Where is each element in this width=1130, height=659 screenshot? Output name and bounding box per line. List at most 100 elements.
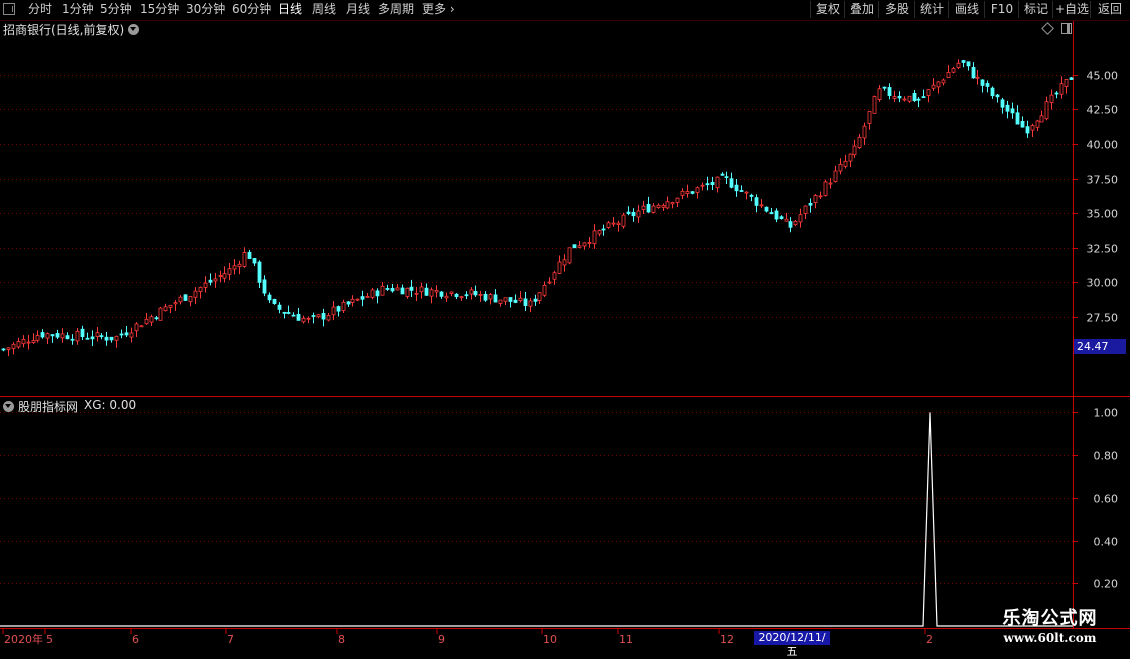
candle-body [921,96,926,99]
candle-body [597,230,602,235]
price-tick-label: 27.50 [1087,312,1119,325]
candle-body [690,191,695,194]
candle-body [1044,101,1049,120]
candle-body [193,290,198,298]
candle-body [537,292,542,301]
candle-body [178,296,183,303]
candle-body [616,222,621,226]
candle-body [582,242,587,247]
candle-body [754,197,759,206]
candle-body [542,284,547,296]
candle-body [592,230,597,245]
date-axis-label: 2 [926,633,933,646]
candle-body [90,336,95,340]
candle-body [606,222,611,228]
candle-body [749,194,754,197]
hover-date-label: 2020/12/11/五 [754,631,830,658]
indicator-tick-label: 0.40 [1094,536,1119,549]
candle-body [370,289,375,298]
indicator-menu-icon[interactable] [3,401,14,412]
candle-body [405,287,410,297]
candle-body [675,197,680,203]
candle-body [882,86,887,89]
candle-body [838,163,843,172]
candle-body [1039,115,1044,123]
candle-body [208,279,213,283]
candle-body [779,216,784,219]
candle-body [788,221,793,228]
candle-body [1064,78,1069,87]
candle-body [237,263,242,268]
candle-body [424,287,429,296]
candle-body [557,261,562,274]
chevron-down-icon[interactable] [128,24,139,35]
candle-body [291,314,296,317]
candle-body [16,341,21,348]
candle-body [277,304,282,310]
candle-body [843,160,848,167]
candle-body [409,286,414,291]
candle-body [916,98,921,101]
candle-body [567,247,572,264]
candle-body [636,210,641,218]
candle-body [631,211,636,217]
candle-body [828,182,833,185]
candle-body [823,181,828,196]
price-tick-label: 30.00 [1087,277,1119,290]
candle-body [577,245,582,248]
candle-body [75,330,80,342]
candle-body [346,301,351,305]
candle-body [331,306,336,316]
candle-body [449,291,454,294]
candle-body [375,290,380,297]
candle-body [321,312,326,320]
price-tick-label: 40.00 [1087,139,1119,152]
candle-body [833,170,838,182]
candle-body [729,178,734,188]
candle-body [547,281,552,284]
candle-body [316,314,321,318]
candle-body [665,201,670,209]
price-tick-label: 45.00 [1087,70,1119,83]
xg-series-line [0,412,1073,627]
kline-chart: 27.50 30.00 32.50 35.00 37.50 40.00 42.50 45.00… [0,21,1130,646]
date-axis-label: 8 [338,633,345,646]
candle-body [936,81,941,88]
indicator-tick-label: 0.80 [1094,450,1119,463]
candle-body [1059,83,1064,95]
candle-body [65,335,70,340]
candle-body [26,341,31,344]
candle-body [764,206,769,212]
panel-toggle-icon[interactable] [1061,23,1072,34]
candle-body [158,307,163,321]
candle-body [232,265,237,270]
candle-body [533,298,538,302]
candle-body [444,295,449,299]
candle-body [798,214,803,223]
candle-body [173,302,178,305]
candle-body [434,290,439,293]
candle-body [483,293,488,301]
date-axis-label: 11 [619,633,633,646]
candle-body [562,259,567,266]
candle-body [946,72,951,78]
candle-body [272,299,277,304]
candle-body [124,332,129,336]
candle-body [498,299,503,304]
candle-body [262,279,267,294]
candle-body [528,300,533,307]
candle-body [700,184,705,187]
candle-body [724,176,729,179]
candle-body [163,306,168,312]
date-axis-label: 7 [227,633,234,646]
candle-body [907,95,912,102]
date-axis-label: 5 [46,633,53,646]
candle-body [326,315,331,321]
candle-body [213,278,218,282]
candle-body [242,252,247,267]
candle-body [493,294,498,303]
candle-body [857,136,862,149]
watermark: 乐淘公式网 www.60lt.com [988,604,1112,645]
candle-body [1000,99,1005,108]
candle-body [784,218,789,222]
